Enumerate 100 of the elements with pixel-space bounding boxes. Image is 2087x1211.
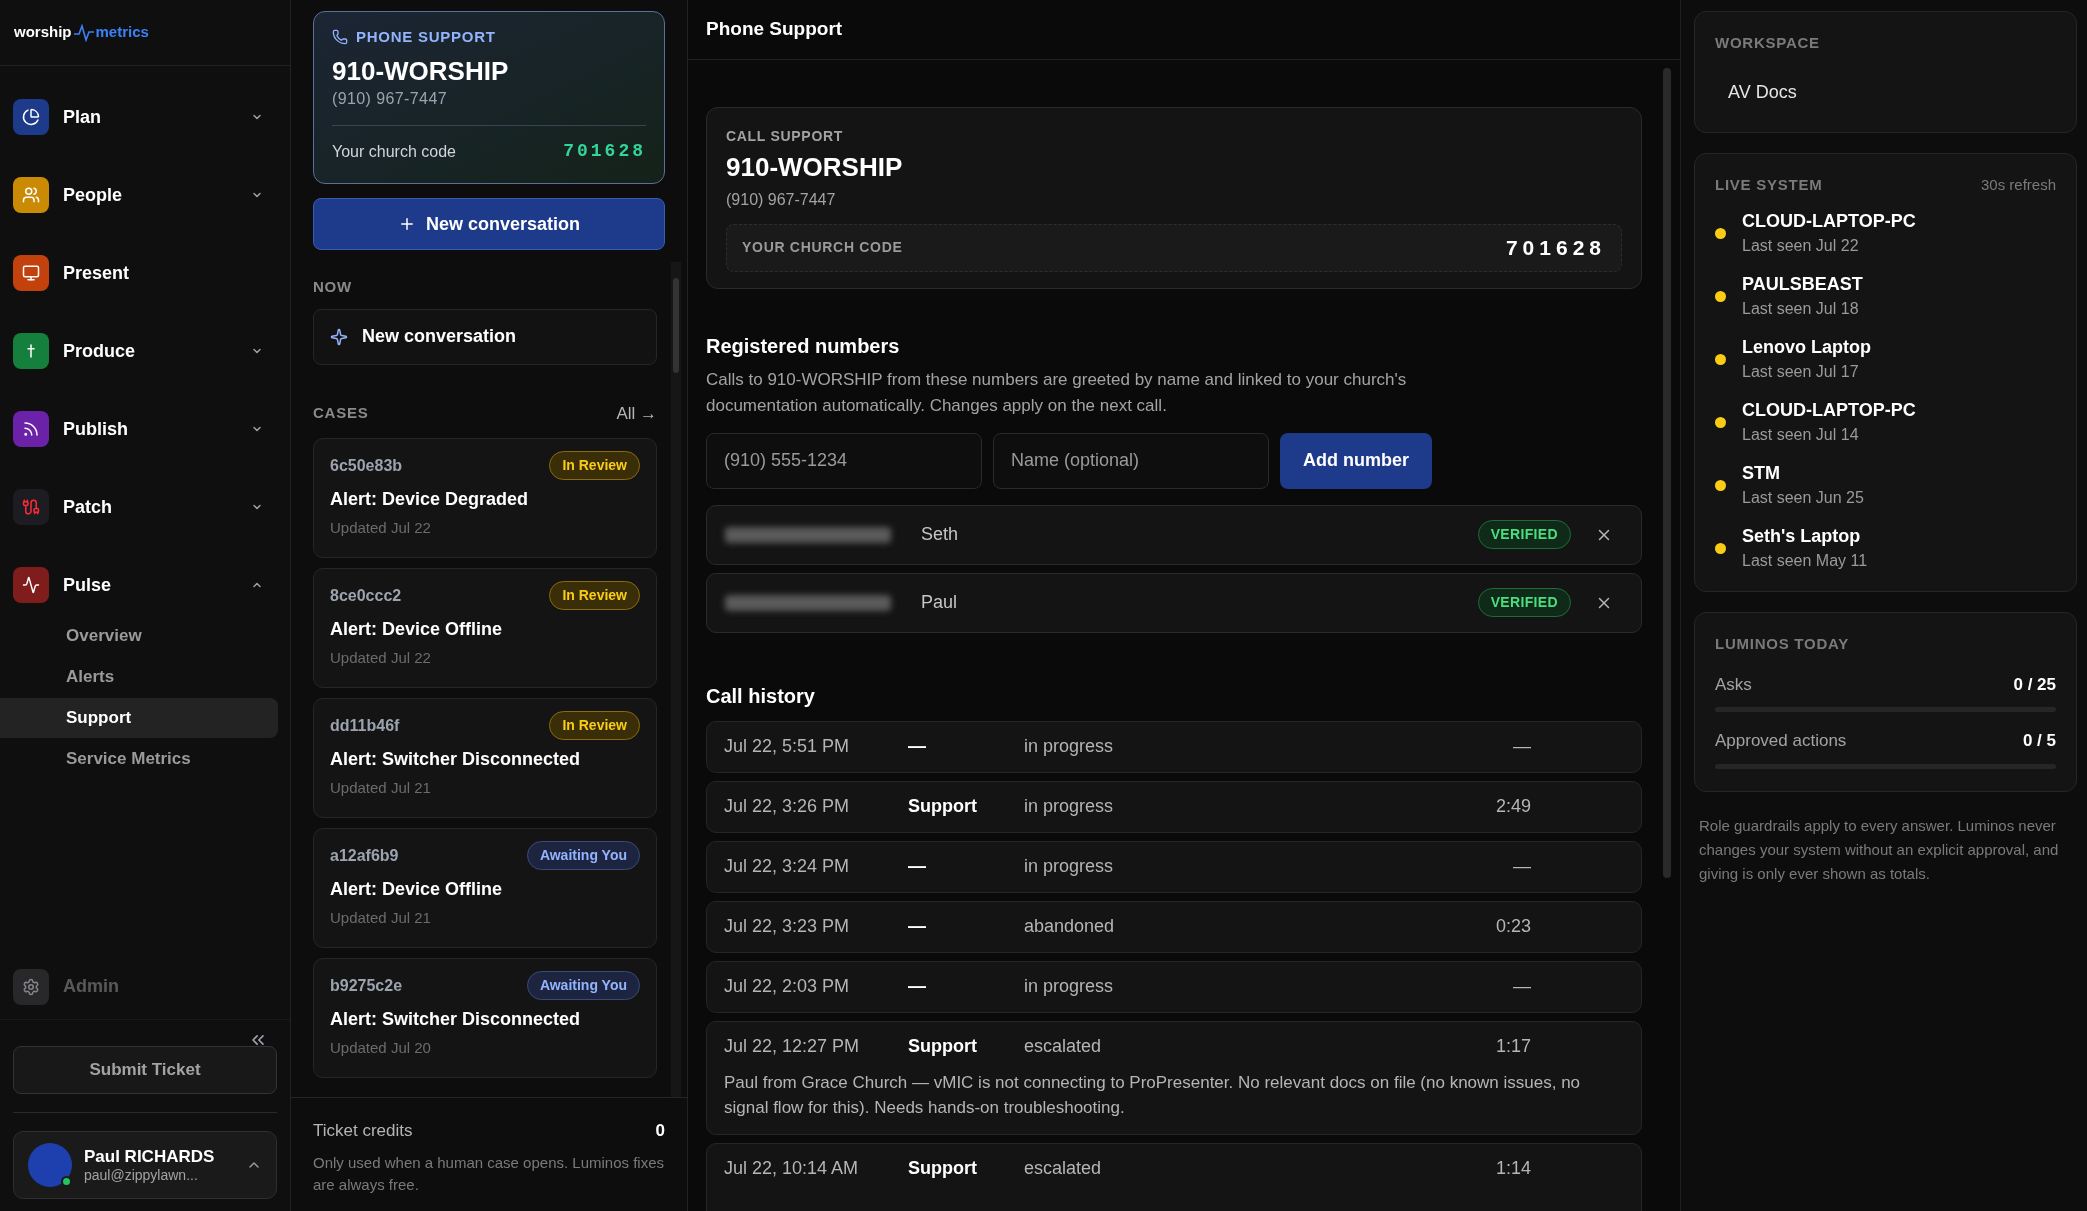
call-duration: 1:17 — [1494, 1035, 1531, 1058]
call-agent: Support — [908, 795, 978, 818]
call-history-row[interactable]: Jul 22, 2:03 PM — in progress — — [706, 960, 1642, 1013]
nav-item[interactable]: Publish — [0, 390, 290, 468]
call-agent: — — [908, 735, 927, 758]
case-card[interactable]: 6c50e83b In Review Alert: Device Degraded Updated Jul 22 — [313, 438, 657, 558]
device-name: CLOUD-LAPTOP-PC — [1742, 399, 1916, 422]
nav-label: Produce — [63, 339, 137, 363]
case-title: Alert: Device Degraded — [330, 488, 530, 511]
footnote: Role guardrails apply to every answer. Luminos never changes your system without an explicit approval, and giving is only ever shown as totals. — [1698, 815, 2060, 884]
device-name: STM — [1742, 462, 1781, 485]
case-updated: Updated Jul 21 — [330, 778, 432, 798]
section-description: Calls to 910-WORSHIP from these numbers are greeted by name and linked to your church's documentation automatically. Changes apply on the next call. — [706, 368, 1408, 417]
all-link[interactable]: All → — [616, 400, 657, 426]
user-email: paul@zippylawn... — [84, 1166, 199, 1185]
nav-subitem[interactable]: Service Metrics — [0, 739, 278, 779]
submit-ticket-button[interactable]: Submit Ticket — [13, 1046, 277, 1094]
device-name: Seth's Laptop — [1742, 525, 1862, 548]
phone-number-field[interactable]: (910) 555-1234 — [706, 432, 982, 489]
case-title: Alert: Device Offline — [330, 878, 504, 901]
call-status: escalated — [1024, 1035, 1103, 1058]
call-history-row[interactable]: Jul 22, 3:24 PM — in progress — — [706, 840, 1642, 893]
call-duration: 0:23 — [1494, 915, 1531, 938]
call-status: abandoned — [1024, 915, 1116, 938]
pulse-line-icon — [72, 23, 95, 42]
call-duration: 2:49 — [1494, 795, 1531, 818]
call-duration: — — [1512, 855, 1531, 878]
case-id: 8ce0ccc2 — [330, 585, 402, 606]
pulse-icon — [22, 576, 40, 594]
call-history-row[interactable]: Jul 22, 10:14 AM Support escalated 1:14 — [706, 1142, 1642, 1211]
status-badge: In Review — [549, 581, 640, 610]
nav-label: Publish — [63, 417, 129, 441]
device-name: PAULSBEAST — [1742, 273, 1863, 296]
case-id: 6c50e83b — [330, 455, 403, 476]
case-updated: Updated Jul 21 — [330, 908, 432, 928]
call-history-row[interactable]: Jul 22, 3:23 PM — abandoned 0:23 — [706, 900, 1642, 953]
nav-label: Present — [63, 261, 131, 285]
nav-item[interactable]: Plan — [0, 78, 290, 156]
user-name: Paul RICHARDS — [84, 1145, 216, 1167]
workspace-name: AV Docs — [1728, 80, 1798, 104]
call-summary: Paul from Grace Church — vMIC is not connecting to ProPresenter. No relevant docs on file (no known issues, no signal flow for this). Needs hands-on troubleshooting. — [724, 1071, 1582, 1119]
case-updated: Updated Jul 22 — [330, 518, 432, 538]
call-agent: — — [908, 975, 927, 998]
credits-value: 0 — [655, 1120, 665, 1142]
phone-icon — [332, 29, 348, 46]
nav-item[interactable]: People — [0, 156, 290, 234]
case-card[interactable]: b9275c2e Awaiting You Alert: Switcher Disconnected Updated Jul 20 — [313, 958, 657, 1078]
nav-item[interactable]: Patch — [0, 468, 290, 546]
nav-label: Patch — [63, 495, 114, 519]
call-time: Jul 22, 2:03 PM — [724, 975, 851, 998]
contact-name: Paul — [921, 591, 959, 614]
section-title: Call history — [706, 683, 816, 709]
case-id: dd11b46f — [330, 715, 400, 736]
case-title: Alert: Device Offline — [330, 618, 504, 641]
user-card[interactable]: Paul RICHARDS paul@zippylawn... — [13, 1131, 277, 1199]
nav-item[interactable]: Produce — [0, 312, 290, 390]
pie-chart-icon — [22, 108, 40, 126]
call-time: Jul 22, 10:14 AM — [724, 1157, 860, 1180]
call-agent: — — [908, 915, 927, 938]
case-card[interactable]: dd11b46f In Review Alert: Switcher Disconnected Updated Jul 21 — [313, 698, 657, 818]
meter-label: Approved actions — [1715, 730, 1847, 752]
status-badge: Awaiting You — [526, 841, 640, 870]
case-title: Alert: Switcher Disconnected — [330, 1008, 582, 1031]
rss-icon — [22, 420, 40, 438]
scrollbar[interactable] — [671, 262, 681, 1097]
meter-label: Asks — [1715, 673, 1752, 696]
card-title: 910-WORSHIP — [726, 151, 904, 184]
conversation-item[interactable]: New conversation — [313, 308, 657, 365]
case-card[interactable]: a12af6b9 Awaiting You Alert: Device Offline Updated Jul 21 — [313, 828, 657, 948]
new-conversation-button[interactable]: New conversation — [313, 198, 665, 250]
call-agent: Support — [908, 1035, 978, 1058]
call-history-row[interactable]: Jul 22, 5:51 PM — in progress — — [706, 720, 1642, 773]
call-status: in progress — [1024, 735, 1115, 758]
code-label: Your church code — [332, 141, 456, 162]
section-label: NOW — [313, 277, 353, 297]
nav-label: People — [63, 183, 124, 207]
credits-note: Only used when a human case opens. Luminos fixes are always free. — [313, 1152, 665, 1195]
call-time: Jul 22, 3:26 PM — [724, 795, 851, 818]
call-agent: Support — [908, 1157, 978, 1180]
card-label: LIVE SYSTEM — [1715, 174, 1823, 195]
contact-name: Seth — [921, 523, 960, 546]
nav-subitem[interactable]: Alerts — [0, 657, 278, 697]
verified-badge: VERIFIED — [1477, 588, 1571, 617]
credits-label: Ticket credits — [313, 1120, 413, 1142]
nav-subitem[interactable]: Support — [0, 698, 278, 738]
section-title: Registered numbers — [706, 333, 901, 359]
refresh-note: 30s refresh — [1980, 174, 2056, 195]
name-field[interactable]: Name (optional) — [993, 432, 1269, 489]
call-status: escalated — [1024, 1157, 1103, 1180]
card-label: CALL SUPPORT — [726, 127, 845, 146]
device-name: Lenovo Laptop — [1742, 336, 1871, 359]
meter-reading: 0 / 25 — [2013, 673, 2056, 696]
card-title: 910-WORSHIP — [332, 54, 510, 87]
card-label: LUMINOS TODAY — [1715, 634, 1850, 654]
nav-item[interactable]: Present — [0, 234, 290, 312]
call-status: in progress — [1024, 795, 1115, 818]
add-number-button[interactable]: Add number — [1280, 432, 1432, 489]
case-id: a12af6b9 — [330, 845, 399, 866]
case-card[interactable]: 8ce0ccc2 In Review Alert: Device Offline Updated Jul 22 — [313, 568, 657, 688]
call-history-row[interactable]: Jul 22, 3:26 PM Support in progress 2:49 — [706, 780, 1642, 833]
